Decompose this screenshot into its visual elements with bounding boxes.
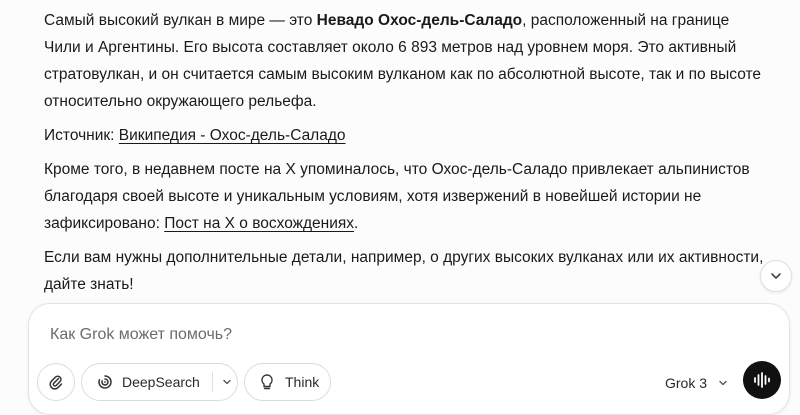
deepsearch-button[interactable]: DeepSearch bbox=[81, 363, 238, 401]
think-button[interactable]: Think bbox=[244, 363, 331, 401]
chevron-down-icon bbox=[771, 273, 781, 279]
deepsearch-divider bbox=[211, 372, 213, 392]
chevron-down-icon bbox=[719, 380, 727, 386]
chevron-down-icon bbox=[223, 379, 231, 385]
p3-text-after: . bbox=[354, 215, 359, 232]
message-paragraph-3: Кроме того, в недавнем посте на X упомин… bbox=[44, 156, 764, 237]
message-paragraph-2: Источник: Википедия - Охос-дель-Саладо bbox=[44, 122, 764, 149]
composer: DeepSearch Think Grok 3 bbox=[28, 303, 790, 415]
think-label: Think bbox=[285, 374, 320, 390]
deepsearch-options-toggle[interactable] bbox=[221, 376, 233, 388]
wikipedia-source-link[interactable]: Википедия - Охос-дель-Саладо bbox=[119, 127, 346, 144]
p1-text-before: Самый высокий вулкан в мире — это bbox=[44, 12, 317, 29]
model-selector[interactable]: Grok 3 bbox=[665, 372, 729, 394]
prompt-input[interactable] bbox=[48, 322, 652, 348]
voice-mode-button[interactable] bbox=[743, 361, 781, 399]
x-post-link[interactable]: Пост на X о восхождениях bbox=[164, 215, 354, 232]
p3-text-before: Кроме того, в недавнем посте на X упомин… bbox=[44, 161, 750, 232]
source-label: Источник: bbox=[44, 127, 119, 144]
message-paragraph-1: Самый высокий вулкан в мире — это Невадо… bbox=[44, 7, 764, 115]
assistant-message: Самый высокий вулкан в мире — это Невадо… bbox=[44, 7, 764, 305]
scroll-to-bottom-button[interactable] bbox=[760, 260, 792, 292]
lightbulb-icon bbox=[261, 374, 273, 390]
message-paragraph-4: Если вам нужны дополнительные детали, на… bbox=[44, 244, 764, 298]
deepsearch-label: DeepSearch bbox=[122, 374, 200, 390]
model-chevron bbox=[717, 377, 729, 389]
volcano-name: Невадо Охос-дель-Саладо bbox=[316, 12, 523, 29]
deepsearch-swirl-icon bbox=[98, 375, 112, 389]
voice-waveform-icon bbox=[754, 372, 770, 388]
p4-text: Если вам нужны дополнительные детали, на… bbox=[44, 249, 764, 293]
attach-button[interactable] bbox=[37, 363, 75, 401]
model-label: Grok 3 bbox=[665, 375, 708, 391]
paperclip-icon bbox=[49, 375, 63, 390]
